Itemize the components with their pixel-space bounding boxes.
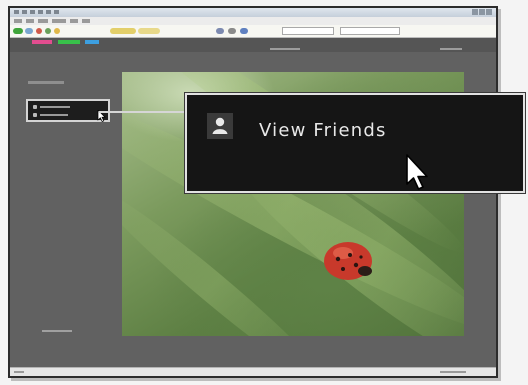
search-button[interactable]: [110, 28, 136, 34]
screenshot: View Friends: [0, 0, 528, 385]
callout-connector: [99, 111, 187, 113]
menu-item[interactable]: [52, 19, 66, 23]
window-controls[interactable]: [472, 9, 492, 15]
edit-icon[interactable]: [240, 28, 248, 34]
status-text: [14, 371, 24, 373]
menu-item[interactable]: [14, 19, 22, 23]
refresh-icon[interactable]: [45, 28, 51, 34]
nav-tab-pink[interactable]: [32, 40, 52, 44]
person-icon: [207, 113, 233, 139]
menu-item-icon: [33, 105, 37, 109]
menu-item[interactable]: [38, 19, 48, 23]
home-icon[interactable]: [54, 28, 60, 34]
address-field[interactable]: [282, 27, 334, 35]
browser-toolbar: [10, 25, 496, 38]
menu-item[interactable]: [26, 19, 34, 23]
menu-item[interactable]: [82, 19, 90, 23]
menu-item-label: [40, 106, 70, 108]
view-friends-callout: View Friends: [185, 93, 525, 193]
footer-text: [42, 330, 72, 332]
menu-item[interactable]: [70, 19, 78, 23]
header-controls[interactable]: [270, 48, 300, 50]
favorites-button[interactable]: [138, 28, 160, 34]
sidebar-menu-item[interactable]: [33, 105, 93, 110]
mail-icon[interactable]: [216, 28, 224, 34]
browser-statusbar: [10, 367, 496, 376]
back-icon[interactable]: [13, 28, 23, 34]
nav-tab-blue[interactable]: [85, 40, 99, 44]
stop-icon[interactable]: [36, 28, 42, 34]
nav-tab-green[interactable]: [58, 40, 80, 44]
view-friends-label[interactable]: View Friends: [259, 120, 387, 141]
print-icon[interactable]: [228, 28, 236, 34]
zone-indicator: [440, 371, 466, 373]
mouse-pointer-icon: [406, 154, 428, 190]
window-title-text: [14, 10, 60, 14]
sidebar-menu-item-view-friends[interactable]: [33, 113, 93, 118]
app-viewport: [10, 38, 496, 376]
links-field[interactable]: [340, 27, 400, 35]
header-link[interactable]: [440, 48, 462, 50]
person-icon: [33, 113, 37, 117]
sidebar-heading: [28, 81, 64, 84]
ladybug-icon: [324, 242, 372, 280]
app-header-strip: [10, 38, 496, 52]
forward-icon[interactable]: [25, 28, 33, 34]
menu-item-label: [40, 114, 68, 116]
